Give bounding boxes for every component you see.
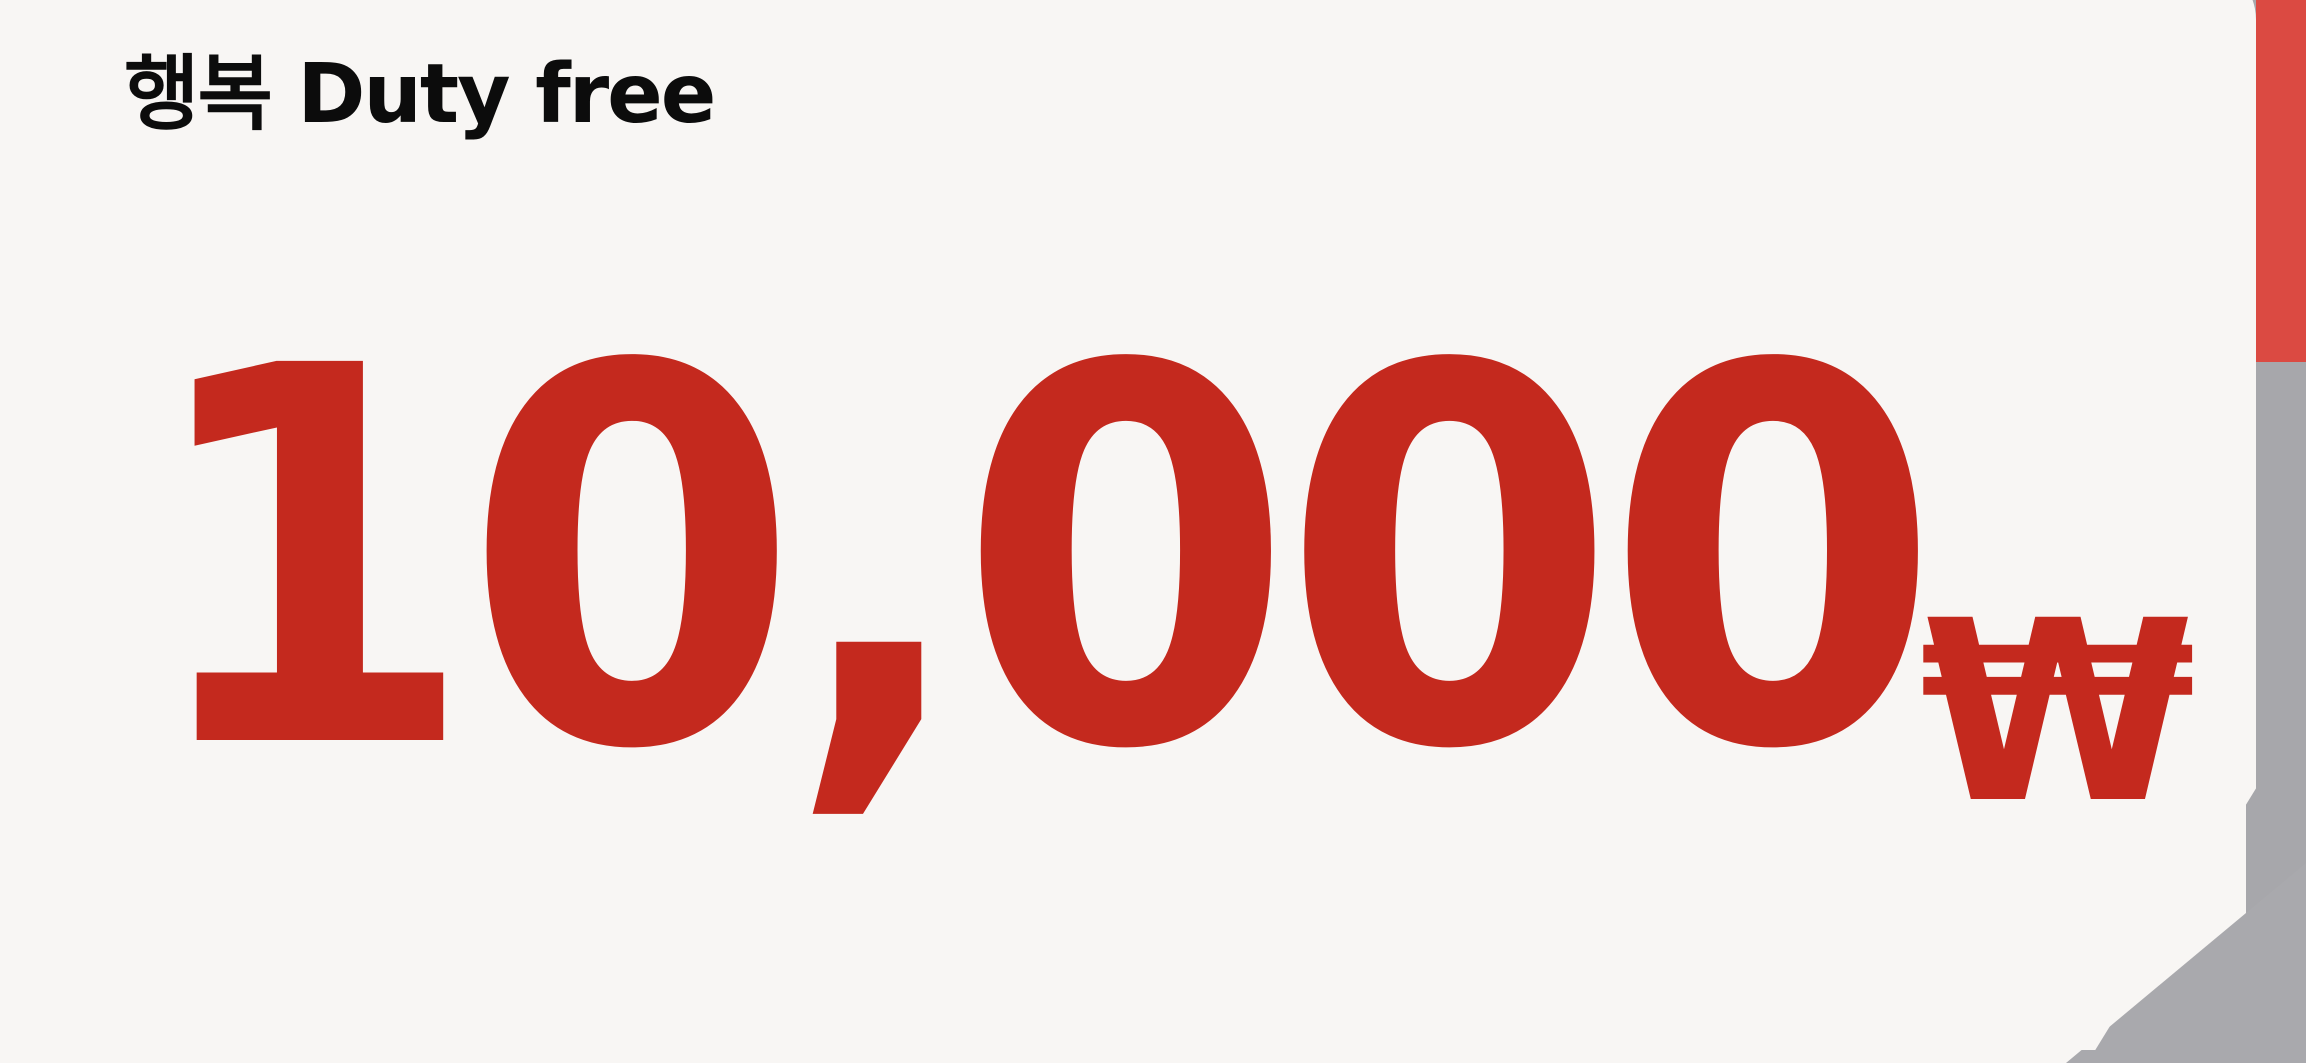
accent-strip <box>2256 0 2306 362</box>
currency-symbol: ₩ <box>1920 567 2196 858</box>
brand-name: 행복 Duty free <box>124 47 716 142</box>
voucher-scene: 행복 Duty free 10,000 ₩ <box>0 0 2306 1063</box>
voucher-amount: 10,000 <box>140 257 1941 863</box>
